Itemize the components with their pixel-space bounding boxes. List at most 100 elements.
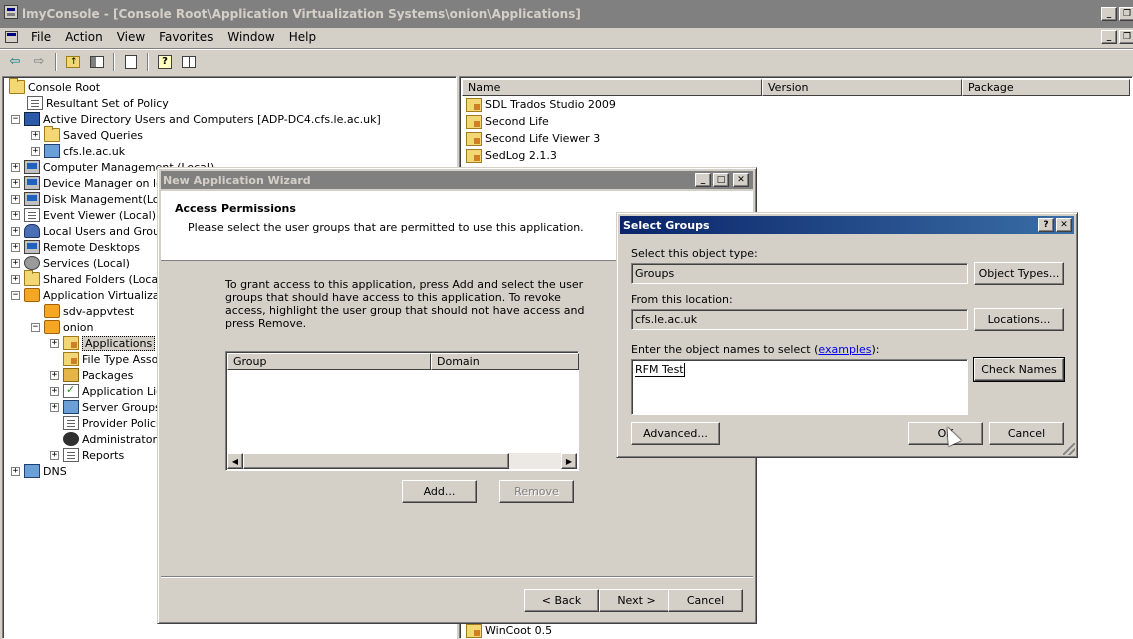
- next-button[interactable]: Next >: [599, 589, 674, 612]
- tree-item-device-manager[interactable]: + Device Manager on loc: [11, 175, 169, 191]
- tree-item-applications[interactable]: + Applications: [50, 335, 156, 351]
- tree-item-services[interactable]: + Services (Local): [11, 255, 130, 271]
- menu-window[interactable]: Window: [220, 30, 281, 44]
- active-directory-icon: [24, 112, 40, 126]
- expand-icon[interactable]: +: [50, 402, 59, 412]
- expand-icon[interactable]: +: [11, 178, 20, 188]
- list-item[interactable]: SedLog 2.1.3: [466, 147, 557, 164]
- column-header-version[interactable]: Version: [762, 79, 962, 96]
- tree-item-provider-policies[interactable]: Provider Policie: [63, 415, 166, 431]
- back-button[interactable]: < Back: [524, 589, 599, 612]
- expand-icon[interactable]: +: [50, 450, 59, 460]
- tree-item-domain[interactable]: + cfs.le.ac.uk: [31, 143, 125, 159]
- forward-arrow-icon[interactable]: ⇨: [28, 52, 50, 72]
- expand-icon[interactable]: +: [11, 258, 20, 268]
- list-item[interactable]: Second Life Viewer 3: [466, 130, 600, 147]
- expand-icon[interactable]: +: [11, 162, 20, 172]
- tree-item-event-viewer[interactable]: + Event Viewer (Local): [11, 207, 156, 223]
- scroll-left-icon[interactable]: ◀: [227, 453, 243, 469]
- maximize-icon[interactable]: □: [713, 173, 729, 187]
- close-icon[interactable]: ✕: [733, 173, 749, 187]
- help-icon[interactable]: ?: [154, 52, 176, 72]
- tree-item-shared-folders[interactable]: + Shared Folders (Local): [11, 270, 166, 287]
- export-list-icon[interactable]: [120, 52, 142, 72]
- minimize-icon[interactable]: _: [1101, 7, 1117, 21]
- expand-icon[interactable]: +: [31, 130, 40, 140]
- select-groups-title-bar[interactable]: Select Groups ? ✕: [620, 216, 1074, 234]
- expand-icon[interactable]: +: [11, 194, 20, 204]
- show-hide-tree-icon[interactable]: [86, 52, 108, 72]
- resize-grip-icon[interactable]: [1063, 443, 1075, 455]
- wizard-cancel-button[interactable]: Cancel: [668, 589, 743, 612]
- tree-item-app-virtualization[interactable]: − Application Virtualizatio: [11, 287, 174, 303]
- check-names-button[interactable]: Check Names: [973, 357, 1065, 382]
- minimize-icon[interactable]: _: [695, 173, 711, 187]
- horizontal-scrollbar[interactable]: ◀ ▶: [227, 453, 577, 469]
- menu-file[interactable]: File: [24, 30, 58, 44]
- examples-link[interactable]: examples: [818, 343, 871, 356]
- collapse-icon[interactable]: −: [11, 114, 20, 124]
- list-item[interactable]: SDL Trados Studio 2009: [466, 96, 616, 113]
- tree-item-server-groups[interactable]: + Server Groups: [50, 399, 161, 415]
- back-arrow-icon[interactable]: ⇦: [4, 52, 26, 72]
- column-header-name[interactable]: Name: [462, 79, 762, 96]
- column-header-package[interactable]: Package: [962, 79, 1130, 96]
- collapse-icon[interactable]: −: [11, 290, 20, 300]
- scroll-right-icon[interactable]: ▶: [561, 453, 577, 469]
- list-item[interactable]: Second Life: [466, 113, 549, 130]
- cancel-button[interactable]: Cancel: [989, 422, 1064, 445]
- group-list[interactable]: Group Domain ◀ ▶: [225, 351, 579, 471]
- tree-item-active-directory[interactable]: − Active Directory Users and Computers […: [11, 111, 381, 127]
- column-header-domain[interactable]: Domain: [431, 353, 579, 370]
- expand-icon[interactable]: +: [50, 386, 59, 396]
- expand-icon[interactable]: +: [50, 370, 59, 380]
- menu-favorites[interactable]: Favorites: [152, 30, 220, 44]
- tree-item-packages[interactable]: + Packages: [50, 367, 133, 383]
- scrollbar-thumb[interactable]: [243, 453, 509, 469]
- expand-icon[interactable]: +: [11, 274, 20, 284]
- list-item[interactable]: WinCoot 0.5: [466, 622, 552, 639]
- wizard-title-bar[interactable]: New Application Wizard _ □ ✕: [161, 171, 753, 189]
- expand-icon[interactable]: +: [11, 226, 20, 236]
- expand-icon[interactable]: +: [11, 210, 20, 220]
- main-title-bar[interactable]: lmyConsole - [Console Root\Application V…: [0, 0, 1133, 28]
- menu-action[interactable]: Action: [58, 30, 110, 44]
- tree-item-disk-management[interactable]: + Disk Management(Loca: [11, 191, 172, 207]
- tree-item-file-type-associations[interactable]: File Type Assoc: [63, 351, 164, 367]
- add-button[interactable]: Add...: [402, 480, 477, 503]
- mdi-minimize-icon[interactable]: _: [1101, 30, 1117, 44]
- expand-icon[interactable]: +: [11, 242, 20, 252]
- menu-help[interactable]: Help: [282, 30, 323, 44]
- tree-item-console-root[interactable]: Console Root: [9, 78, 100, 95]
- object-names-input[interactable]: RFM Test: [631, 359, 968, 415]
- tree-item-saved-queries[interactable]: + Saved Queries: [31, 126, 143, 143]
- tree-item-administrators[interactable]: Administrators: [63, 431, 163, 447]
- properties-icon[interactable]: [178, 52, 200, 72]
- help-icon[interactable]: ?: [1038, 218, 1054, 232]
- locations-button[interactable]: Locations...: [974, 308, 1064, 331]
- object-types-button[interactable]: Object Types...: [974, 262, 1064, 285]
- tree-item-onion[interactable]: − onion: [31, 319, 93, 335]
- advanced-button[interactable]: Advanced...: [631, 422, 720, 445]
- restore-icon[interactable]: ❐: [1119, 7, 1133, 21]
- tree-item-local-users[interactable]: + Local Users and Groups: [11, 223, 173, 239]
- collapse-icon[interactable]: −: [31, 322, 40, 332]
- tree-item-reports[interactable]: + Reports: [50, 447, 124, 463]
- tree-item-application-licenses[interactable]: + Application Lice: [50, 383, 169, 399]
- mdi-child-icon[interactable]: [4, 29, 20, 45]
- tree-item-remote-desktops[interactable]: + Remote Desktops: [11, 239, 140, 255]
- remove-button[interactable]: Remove: [499, 480, 574, 503]
- close-icon[interactable]: ✕: [1056, 218, 1072, 232]
- column-header-group[interactable]: Group: [227, 353, 431, 370]
- tree-item-dns[interactable]: + DNS: [11, 463, 67, 479]
- console-app-icon: [4, 5, 18, 19]
- tree-item-sdv-appvtest[interactable]: sdv-appvtest: [44, 303, 134, 319]
- mdi-restore-icon[interactable]: ❐: [1119, 30, 1133, 44]
- expand-icon[interactable]: +: [31, 146, 40, 156]
- menu-view[interactable]: View: [110, 30, 152, 44]
- tree-item-rsop[interactable]: Resultant Set of Policy: [27, 95, 169, 111]
- expand-icon[interactable]: +: [11, 466, 20, 476]
- expand-icon[interactable]: +: [50, 338, 59, 348]
- domain-icon: [44, 144, 60, 158]
- up-folder-icon[interactable]: ↑: [62, 52, 84, 72]
